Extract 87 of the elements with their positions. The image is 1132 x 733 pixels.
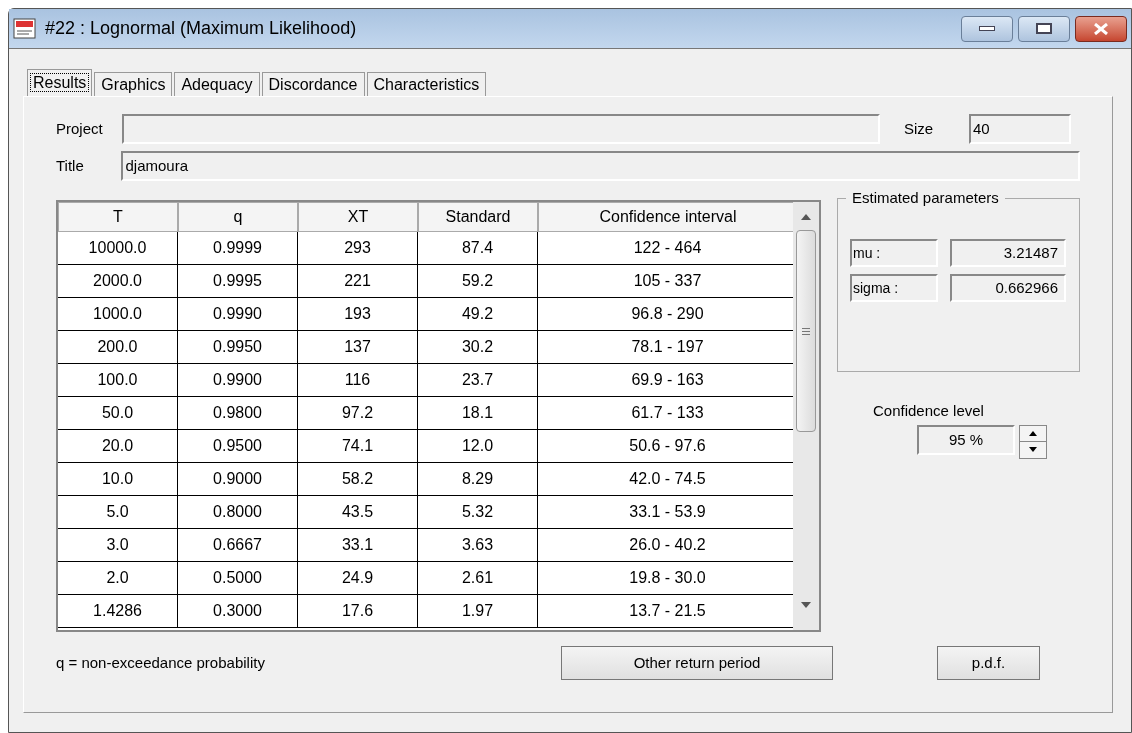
parameter-name: sigma : <box>850 274 938 302</box>
parameter-value: 0.662966 <box>950 274 1066 302</box>
size-field[interactable]: 40 <box>969 114 1071 144</box>
scroll-down-icon[interactable] <box>801 602 811 608</box>
table-cell: 0.9995 <box>178 265 298 298</box>
note-text: q = non-exceedance probability <box>56 652 266 673</box>
tab[interactable]: Graphics <box>94 72 173 96</box>
table-cell: 97.2 <box>298 397 418 430</box>
window-title: #22 : Lognormal (Maximum Likelihood) <box>45 17 357 40</box>
parameter-name: mu : <box>850 239 938 267</box>
table-cell: 10000.0 <box>58 232 178 265</box>
table-cell: 0.9900 <box>178 364 298 397</box>
field-label: Size <box>904 118 935 139</box>
table-cell: 1.4286 <box>58 595 178 628</box>
spin-control[interactable] <box>1019 424 1047 459</box>
table-cell: 5.32 <box>418 496 538 529</box>
table-cell: 20.0 <box>58 430 178 463</box>
table-cell: 17.6 <box>298 595 418 628</box>
table-cell: 74.1 <box>298 430 418 463</box>
table-cell: 200.0 <box>58 331 178 364</box>
table-cell: 12.0 <box>418 430 538 463</box>
parameter-value: 3.21487 <box>950 239 1066 267</box>
table-cell: 0.9000 <box>178 463 298 496</box>
table-cell: 1000.0 <box>58 298 178 331</box>
table-cell: 221 <box>298 265 418 298</box>
spin-down-icon[interactable] <box>1029 447 1037 453</box>
table-cell: 49.2 <box>418 298 538 331</box>
table-cell: 0.9990 <box>178 298 298 331</box>
column-header[interactable]: T <box>58 202 178 232</box>
scroll-thumb[interactable] <box>796 230 816 432</box>
column-header[interactable]: q <box>178 202 298 232</box>
table-cell: 50.0 <box>58 397 178 430</box>
table-cell: 43.5 <box>298 496 418 529</box>
table-cell: 2.0 <box>58 562 178 595</box>
table-cell: 0.9800 <box>178 397 298 430</box>
table-cell: 10.0 <box>58 463 178 496</box>
table-cell: 0.9500 <box>178 430 298 463</box>
close-button[interactable] <box>1075 15 1127 42</box>
scrollbar[interactable] <box>793 202 819 630</box>
table-cell: 87.4 <box>418 232 538 265</box>
scroll-up-icon[interactable] <box>801 214 811 220</box>
other-return-period-button[interactable]: Other return period <box>561 646 833 680</box>
table-cell: 18.1 <box>418 397 538 430</box>
tab[interactable]: Discordance <box>261 72 365 96</box>
table-cell: 2.61 <box>418 562 538 595</box>
table-cell: 0.9950 <box>178 331 298 364</box>
column-header[interactable]: Standard <box>418 202 538 232</box>
minimize-button[interactable] <box>961 15 1013 42</box>
field-label: Title <box>56 155 85 176</box>
table-cell: 293 <box>298 232 418 265</box>
maximize-button[interactable] <box>1018 15 1070 42</box>
tab[interactable]: Results <box>27 69 93 96</box>
table-cell: 0.5000 <box>178 562 298 595</box>
table-cell: 137 <box>298 331 418 364</box>
table-cell: 0.3000 <box>178 595 298 628</box>
table-cell: 3.63 <box>418 529 538 562</box>
column-header[interactable]: Confidence interval <box>538 202 793 232</box>
tab[interactable]: Adequacy <box>174 72 260 96</box>
close-icon <box>1093 22 1109 35</box>
tab[interactable]: Characteristics <box>366 72 487 96</box>
grip-icon <box>802 327 810 335</box>
table-cell: 59.2 <box>418 265 538 298</box>
table-cell: 33.1 <box>298 529 418 562</box>
table-cell: 30.2 <box>418 331 538 364</box>
table-cell: 3.0 <box>58 529 178 562</box>
field-label: Project <box>56 118 104 139</box>
title-field[interactable]: djamoura <box>121 151 1080 181</box>
table-cell: 2000.0 <box>58 265 178 298</box>
table-cell: 193 <box>298 298 418 331</box>
column-header[interactable]: XT <box>298 202 418 232</box>
table-cell: 5.0 <box>58 496 178 529</box>
table-cell: 23.7 <box>418 364 538 397</box>
project-field[interactable] <box>122 114 880 144</box>
table-cell: 1.97 <box>418 595 538 628</box>
confidence-level-label: Confidence level <box>873 401 985 421</box>
table-cell: 100.0 <box>58 364 178 397</box>
table-cell: 0.8000 <box>178 496 298 529</box>
document-icon <box>13 17 37 40</box>
table-cell: 24.9 <box>298 562 418 595</box>
table-cell: 0.9999 <box>178 232 298 265</box>
table-cell: 0.6667 <box>178 529 298 562</box>
table-cell: 58.2 <box>298 463 418 496</box>
spin-up-icon[interactable] <box>1029 430 1037 436</box>
table-cell: 8.29 <box>418 463 538 496</box>
pdf-button[interactable]: p.d.f. <box>937 646 1040 680</box>
table-cell: 116 <box>298 364 418 397</box>
confidence-level-field[interactable]: 95 % <box>917 424 1015 455</box>
